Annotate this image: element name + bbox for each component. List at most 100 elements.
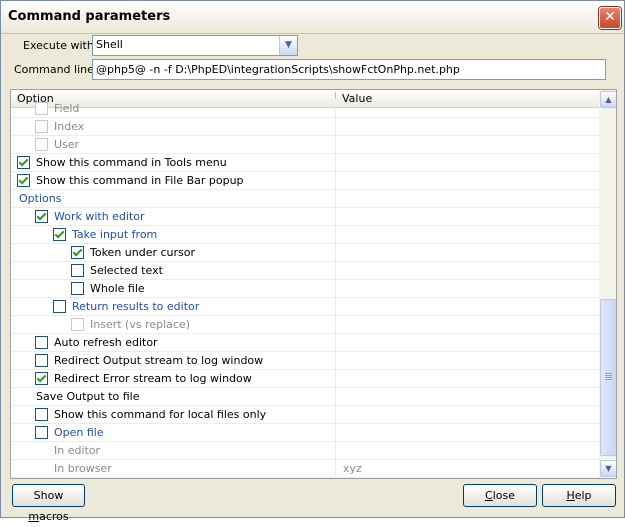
row-checkbox[interactable] (71, 282, 84, 295)
row-label: Work with editor (54, 210, 145, 223)
row-label: Save Output to file (36, 390, 140, 403)
execute-with-select[interactable]: Shell ▼ (92, 35, 298, 56)
row-checkbox[interactable] (35, 336, 48, 349)
grid-row[interactable]: Show this command in File Bar popup (11, 171, 599, 190)
grid-row[interactable]: Token under cursor (11, 243, 599, 262)
grid-row[interactable]: Whole file (11, 279, 599, 298)
grid-row[interactable]: Show this command in Tools menu (11, 153, 599, 172)
row-checkbox[interactable] (71, 246, 84, 259)
row-label: Take input from (72, 228, 158, 241)
column-separator (335, 279, 336, 297)
execute-with-label: Execute with: (23, 39, 98, 52)
column-separator (335, 189, 336, 207)
row-checkbox[interactable] (35, 354, 48, 367)
dialog-window: Command parameters ✕ Execute with: Shell… (0, 0, 625, 523)
row-label: Options (19, 192, 62, 205)
dialog-title: Command parameters (8, 9, 171, 24)
column-separator (335, 135, 336, 153)
column-separator (335, 117, 336, 135)
row-label: Whole file (90, 282, 145, 295)
close-icon[interactable]: ✕ (599, 7, 621, 29)
column-separator (335, 153, 336, 171)
row-checkbox[interactable] (53, 300, 66, 313)
row-label: Show this command in Tools menu (36, 156, 227, 169)
grid-row[interactable]: Work with editor (11, 207, 599, 226)
row-label: Token under cursor (90, 246, 196, 259)
row-checkbox[interactable] (53, 228, 66, 241)
row-label: In editor (54, 444, 101, 457)
row-checkbox[interactable] (35, 426, 48, 439)
grid-row[interactable]: Selected text (11, 261, 599, 280)
command-line-input[interactable]: @php5@ -n -f D:\PhpED\integrationScripts… (92, 59, 606, 80)
row-label: Selected text (90, 264, 163, 277)
row-checkbox (35, 138, 48, 151)
command-line-label: Command line: (14, 63, 98, 76)
grid-row[interactable]: Insert (vs replace) (11, 315, 599, 334)
row-label: Open file (54, 426, 104, 439)
column-separator (335, 261, 336, 279)
grid-rows: Field Index User Show this command in Tools… (11, 99, 599, 478)
row-label: Redirect Error stream to log window (54, 372, 252, 385)
column-separator (335, 459, 336, 477)
grid-row[interactable]: Field (11, 99, 599, 118)
row-label: Show this command in File Bar popup (36, 174, 244, 187)
row-checkbox[interactable] (71, 264, 84, 277)
row-value[interactable]: xyz (343, 462, 362, 475)
grid-row[interactable]: User (11, 135, 599, 154)
column-separator (335, 351, 336, 369)
row-label: Field (54, 102, 80, 115)
grid-row[interactable]: Save Output to file (11, 387, 599, 406)
row-checkbox[interactable] (35, 408, 48, 421)
row-checkbox (35, 102, 48, 115)
options-grid: Option Value Field Index User Show this com… (10, 89, 617, 479)
grid-row[interactable]: Options (11, 189, 599, 208)
row-label: In browser (54, 462, 112, 475)
execute-with-value: Shell (96, 38, 123, 51)
row-checkbox[interactable] (35, 210, 48, 223)
scroll-up-icon[interactable]: ▲ (600, 91, 616, 108)
column-separator (335, 99, 336, 117)
title-bar: Command parameters ✕ (1, 1, 624, 34)
column-separator (335, 423, 336, 441)
row-checkbox (71, 318, 84, 331)
column-separator (335, 207, 336, 225)
scroll-thumb[interactable] (600, 299, 616, 456)
column-separator (335, 387, 336, 405)
grid-row[interactable]: Index (11, 117, 599, 136)
grid-row[interactable]: Redirect Output stream to log window (11, 351, 599, 370)
grid-row[interactable]: Take input from (11, 225, 599, 244)
column-separator (335, 225, 336, 243)
vertical-scrollbar[interactable]: ▲ ▼ (599, 90, 616, 478)
scroll-down-icon[interactable]: ▼ (600, 460, 616, 477)
grid-row[interactable]: Auto refresh editor (11, 333, 599, 352)
row-checkbox (35, 120, 48, 133)
column-separator (335, 171, 336, 189)
row-checkbox[interactable] (17, 174, 30, 187)
grid-row[interactable]: Return results to editor (11, 297, 599, 316)
column-separator (335, 441, 336, 459)
row-checkbox[interactable] (35, 372, 48, 385)
command-line-value: @php5@ -n -f D:\PhpED\integrationScripts… (96, 63, 460, 76)
grid-row[interactable]: In browser xyz (11, 459, 599, 478)
row-label: Show this command for local files only (54, 408, 267, 421)
column-separator (335, 333, 336, 351)
row-label: User (54, 138, 80, 151)
row-checkbox[interactable] (17, 156, 30, 169)
grid-row[interactable]: Redirect Error stream to log window (11, 369, 599, 388)
chevron-down-icon[interactable]: ▼ (279, 36, 297, 55)
row-label: Index (54, 120, 85, 133)
help-button[interactable]: Help (542, 484, 616, 507)
row-label: Auto refresh editor (54, 336, 158, 349)
column-separator (335, 297, 336, 315)
column-separator (335, 369, 336, 387)
column-separator (335, 243, 336, 261)
grid-row[interactable]: In editor (11, 441, 599, 460)
close-button[interactable]: Close (463, 484, 537, 507)
show-macros-button[interactable]: Show macros (12, 484, 85, 523)
row-label: Return results to editor (72, 300, 200, 313)
row-label: Insert (vs replace) (90, 318, 191, 331)
column-separator (335, 405, 336, 423)
row-label: Redirect Output stream to log window (54, 354, 264, 367)
grid-row[interactable]: Open file (11, 423, 599, 442)
grid-row[interactable]: Show this command for local files only (11, 405, 599, 424)
